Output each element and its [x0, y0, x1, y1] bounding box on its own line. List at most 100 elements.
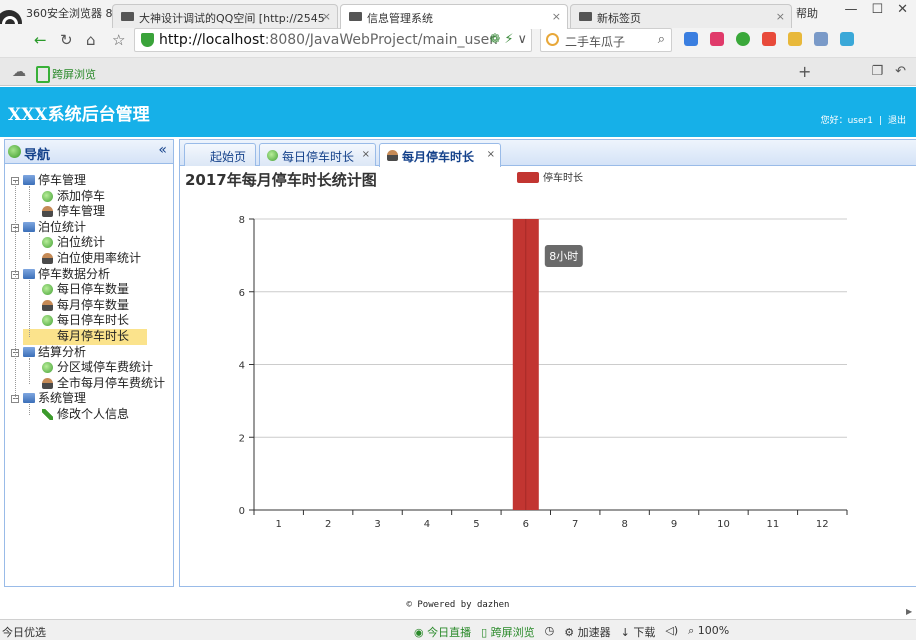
- nav-item-daily-duration[interactable]: 每日停车时长: [11, 313, 171, 329]
- tab-close-icon[interactable]: ×: [487, 149, 495, 160]
- x-tick-label: 11: [767, 519, 780, 530]
- pencil-icon: [42, 408, 53, 420]
- user-icon: [42, 377, 53, 389]
- nav-group-berth-stats[interactable]: − 泊位统计: [11, 220, 171, 236]
- x-tick-label: 7: [572, 519, 578, 530]
- status-live[interactable]: ◉ 今日直播: [414, 624, 471, 640]
- status-accelerator[interactable]: ⚙ 加速器: [564, 624, 610, 640]
- nav-item-edit-profile[interactable]: 修改个人信息: [11, 407, 171, 423]
- user-icon: [387, 150, 398, 161]
- user-info: 您好：user1 | 退出: [820, 116, 906, 126]
- star-icon[interactable]: ☆: [112, 31, 125, 49]
- nav-item-monthly-count[interactable]: 每月停车数量: [11, 298, 171, 314]
- search-box[interactable]: 二手车瓜子 ⌕: [540, 28, 672, 52]
- url-input[interactable]: http://localhost:8080/JavaWebProject/mai…: [134, 28, 532, 52]
- add-icon: [42, 284, 53, 296]
- nav-item-parking-manage[interactable]: 停车管理: [11, 204, 171, 220]
- maximize-icon[interactable]: ☐: [871, 2, 883, 17]
- y-tick-label: 8: [239, 215, 245, 226]
- chart-tooltip: 8小时: [544, 245, 583, 267]
- folder-icon: [23, 346, 35, 357]
- chart-y-axis: 0 2 4 6 8: [239, 215, 255, 517]
- apps-icon[interactable]: [684, 32, 698, 46]
- nav-item-berth-usage[interactable]: 泊位使用率统计: [11, 251, 171, 267]
- status-cross-screen[interactable]: ▯ 跨屏浏览: [481, 624, 535, 640]
- content-panel: 起始页 每日停车时长 × 每月停车时长 × 2017年每月停车时长统计图 停车时…: [179, 139, 916, 587]
- translate-icon[interactable]: [788, 32, 802, 46]
- user-icon: [42, 252, 53, 264]
- new-tab-plus-icon[interactable]: +: [798, 62, 811, 81]
- extension-icon[interactable]: [710, 32, 724, 46]
- cross-screen-tab[interactable]: 跨屏浏览: [30, 62, 102, 84]
- nav-item-berth-stats[interactable]: 泊位统计: [11, 235, 171, 251]
- nav-group-parking-analysis[interactable]: − 停车数据分析: [11, 267, 171, 283]
- extension-more-icon[interactable]: [814, 32, 828, 46]
- x-tick-label: 9: [671, 519, 677, 530]
- add-icon: [42, 237, 53, 249]
- nav-group-system[interactable]: − 系统管理: [11, 391, 171, 407]
- search-icon[interactable]: ⌕: [658, 32, 665, 47]
- content-tab-bar: 起始页 每日停车时长 × 每月停车时长 ×: [180, 140, 916, 167]
- add-icon: [42, 362, 53, 374]
- tab-close-icon[interactable]: ×: [776, 10, 785, 23]
- legend-swatch: [517, 172, 539, 183]
- security-shield-icon: [141, 33, 154, 47]
- logout-link[interactable]: 退出: [888, 116, 906, 126]
- app-title: XXX系统后台管理: [8, 105, 150, 125]
- tab-close-icon[interactable]: ×: [552, 10, 561, 23]
- folder-icon: [23, 268, 35, 279]
- y-tick-label: 4: [239, 361, 245, 372]
- shield-extension-icon[interactable]: [736, 32, 750, 46]
- status-sound-icon[interactable]: ◁): [665, 624, 678, 640]
- tab-daily-duration[interactable]: 每日停车时长 ×: [259, 143, 376, 166]
- nav-item-add-parking[interactable]: 添加停车: [11, 189, 171, 205]
- ad-block-icon[interactable]: [762, 32, 776, 46]
- tab-monthly-duration[interactable]: 每月停车时长 ×: [379, 143, 501, 167]
- nav-group-settlement[interactable]: − 结算分析: [11, 345, 171, 361]
- chart-bars: [512, 219, 539, 510]
- compat-mode-icon[interactable]: ❁: [489, 32, 500, 47]
- status-left-text[interactable]: 今日优选: [2, 624, 46, 640]
- nav-item-daily-count[interactable]: 每日停车数量: [11, 282, 171, 298]
- browser-tab-qq-space[interactable]: 大神设计调试的QQ空间 [http://2545 ×: [112, 4, 338, 28]
- tab-home-label: 起始页: [210, 150, 247, 164]
- add-icon: [42, 315, 53, 327]
- dropdown-icon[interactable]: ∨: [517, 32, 527, 47]
- minimize-icon[interactable]: —: [844, 2, 857, 17]
- refresh-icon[interactable]: ↻: [60, 31, 73, 49]
- home-icon[interactable]: ⌂: [86, 31, 96, 49]
- menu-help[interactable]: 帮助: [796, 5, 818, 21]
- tab-page-icon: [579, 12, 592, 21]
- status-history-icon[interactable]: ◷: [545, 624, 555, 640]
- nav-globe-icon: [8, 145, 21, 158]
- status-download[interactable]: ↓ 下载: [621, 624, 656, 640]
- tab-list-icon[interactable]: ❐: [871, 64, 883, 79]
- status-zoom[interactable]: ⌕ 100%: [688, 624, 729, 640]
- folder-icon: [23, 175, 35, 185]
- scroll-right-icon[interactable]: ▶: [906, 607, 916, 617]
- chart-legend[interactable]: 停车时长: [517, 171, 583, 184]
- tab-close-icon[interactable]: ×: [362, 149, 370, 160]
- close-icon[interactable]: ✕: [897, 2, 908, 17]
- tab-label: 信息管理系统: [367, 12, 433, 25]
- browser-tab-info-system[interactable]: 信息管理系统 ×: [340, 4, 568, 29]
- cloud-icon[interactable]: ☁: [12, 64, 26, 80]
- browser-tab-new[interactable]: 新标签页 ×: [570, 4, 792, 28]
- nav-item-city-monthly-fee[interactable]: 全市每月停车费统计: [11, 376, 171, 392]
- nav-group-parking[interactable]: − 停车管理: [11, 173, 171, 189]
- nav-item-district-fee[interactable]: 分区域停车费统计: [11, 360, 171, 376]
- collapse-icon[interactable]: «: [158, 142, 167, 158]
- tab-close-icon[interactable]: ×: [322, 10, 331, 23]
- x-tick-label: 10: [717, 519, 730, 530]
- x-tick-label: 3: [374, 519, 380, 530]
- y-tick-label: 0: [239, 506, 245, 517]
- browser-search-icon[interactable]: [840, 32, 854, 46]
- search-text: 二手车瓜子: [565, 35, 626, 49]
- back-arrow-icon[interactable]: ←: [34, 31, 47, 49]
- speed-icon[interactable]: ⚡: [504, 32, 513, 47]
- undo-close-icon[interactable]: ↶: [895, 64, 906, 79]
- tab-home[interactable]: 起始页: [184, 143, 256, 166]
- y-tick-label: 6: [239, 288, 245, 299]
- nav-item-monthly-duration[interactable]: 每月停车时长: [11, 328, 171, 345]
- tab-label: 新标签页: [597, 12, 641, 25]
